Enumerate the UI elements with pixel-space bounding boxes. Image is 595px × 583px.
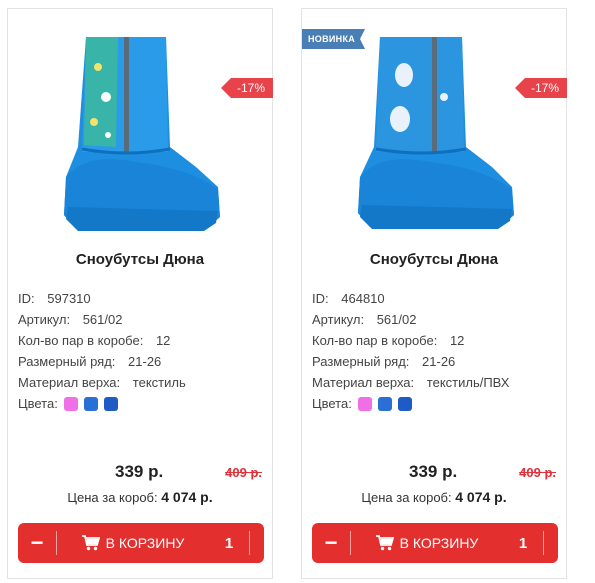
boot-image bbox=[64, 37, 220, 231]
color-swatch[interactable] bbox=[83, 396, 98, 411]
spec-label: Размерный ряд: bbox=[312, 354, 410, 369]
spec-article: Артикул: 561/02 bbox=[312, 309, 509, 330]
spec-material: Материал верха: текстиль bbox=[18, 372, 186, 393]
quantity-value[interactable]: 1 bbox=[503, 535, 543, 552]
product-title[interactable]: Сноубутсы Дюна bbox=[302, 251, 566, 268]
spec-label: ID: bbox=[312, 291, 329, 306]
old-price: 409 р. bbox=[519, 465, 556, 480]
spec-label: Кол-во пар в коробе: bbox=[312, 333, 438, 348]
product-specs: ID: 597310 Артикул: 561/02 Кол-во пар в … bbox=[18, 288, 186, 414]
spec-id: ID: 597310 bbox=[18, 288, 186, 309]
spec-article: Артикул: 561/02 bbox=[18, 309, 186, 330]
add-to-cart-button[interactable]: В КОРЗИНУ bbox=[57, 535, 209, 551]
decrease-quantity-button[interactable]: − bbox=[18, 523, 56, 563]
spec-colors: Цвета: bbox=[312, 393, 509, 414]
spec-value: 561/02 bbox=[376, 312, 417, 327]
spec-label: ID: bbox=[18, 291, 35, 306]
discount-badge: -17% bbox=[515, 78, 567, 98]
spec-pairs: Кол-во пар в коробе: 12 bbox=[18, 330, 186, 351]
cart-control: − В КОРЗИНУ 1 bbox=[312, 523, 558, 563]
boot-image bbox=[358, 37, 514, 229]
product-image[interactable]: НОВИНКА -17% bbox=[302, 9, 567, 241]
spec-label: Размерный ряд: bbox=[18, 354, 116, 369]
price: 339 р. bbox=[409, 462, 458, 481]
color-swatch[interactable] bbox=[103, 396, 118, 411]
product-card[interactable]: НОВИНКА -17% Сноубутсы Дюна ID: 464810 А… bbox=[301, 8, 567, 579]
spec-label: Артикул: bbox=[18, 312, 71, 327]
spec-material: Материал верха: текстиль/ПВХ bbox=[312, 372, 509, 393]
add-to-cart-label: В КОРЗИНУ bbox=[399, 535, 479, 551]
spec-value: 12 bbox=[449, 333, 465, 348]
new-badge: НОВИНКА bbox=[302, 29, 366, 49]
spec-value: текстиль bbox=[132, 375, 186, 390]
spec-label: Материал верха: bbox=[18, 375, 121, 390]
color-swatch[interactable] bbox=[63, 396, 78, 411]
box-price-label: Цена за короб: bbox=[361, 490, 452, 505]
spec-value: 21-26 bbox=[422, 354, 456, 369]
quantity-value[interactable]: 1 bbox=[209, 535, 249, 552]
box-price-label: Цена за короб: bbox=[67, 490, 158, 505]
spec-pairs: Кол-во пар в коробе: 12 bbox=[312, 330, 509, 351]
add-to-cart-button[interactable]: В КОРЗИНУ bbox=[351, 535, 503, 551]
color-swatch[interactable] bbox=[397, 396, 412, 411]
decrease-quantity-button[interactable]: − bbox=[312, 523, 350, 563]
box-price-value: 4 074 р. bbox=[161, 489, 213, 505]
spec-label: Материал верха: bbox=[312, 375, 415, 390]
spec-label: Кол-во пар в коробе: bbox=[18, 333, 144, 348]
add-to-cart-label: В КОРЗИНУ bbox=[105, 535, 185, 551]
color-swatch[interactable] bbox=[357, 396, 372, 411]
spec-label: Цвета: bbox=[312, 396, 352, 411]
box-price: Цена за короб: 4 074 р. bbox=[302, 489, 566, 505]
product-image[interactable]: -17% bbox=[8, 9, 273, 241]
old-price: 409 р. bbox=[225, 465, 262, 480]
box-price: Цена за короб: 4 074 р. bbox=[8, 489, 272, 505]
product-specs: ID: 464810 Артикул: 561/02 Кол-во пар в … bbox=[312, 288, 509, 414]
discount-badge: -17% bbox=[221, 78, 273, 98]
price: 339 р. bbox=[115, 462, 164, 481]
product-title[interactable]: Сноубутсы Дюна bbox=[8, 251, 272, 268]
spec-colors: Цвета: bbox=[18, 393, 186, 414]
product-card[interactable]: -17% Сноубутсы Дюна ID: 597310 Артикул: … bbox=[7, 8, 273, 579]
box-price-value: 4 074 р. bbox=[455, 489, 507, 505]
cart-control: − В КОРЗИНУ 1 bbox=[18, 523, 264, 563]
spec-value: 464810 bbox=[341, 291, 385, 306]
spec-size: Размерный ряд: 21-26 bbox=[312, 351, 509, 372]
divider bbox=[249, 531, 250, 555]
spec-label: Артикул: bbox=[312, 312, 365, 327]
spec-value: 597310 bbox=[47, 291, 91, 306]
spec-value: текстиль/ПВХ bbox=[426, 375, 510, 390]
spec-size: Размерный ряд: 21-26 bbox=[18, 351, 186, 372]
cart-icon bbox=[81, 535, 100, 551]
spec-value: 21-26 bbox=[128, 354, 162, 369]
spec-value: 561/02 bbox=[82, 312, 123, 327]
spec-value: 12 bbox=[155, 333, 171, 348]
color-swatch[interactable] bbox=[377, 396, 392, 411]
cart-icon bbox=[375, 535, 394, 551]
spec-label: Цвета: bbox=[18, 396, 58, 411]
spec-id: ID: 464810 bbox=[312, 288, 509, 309]
divider bbox=[543, 531, 544, 555]
